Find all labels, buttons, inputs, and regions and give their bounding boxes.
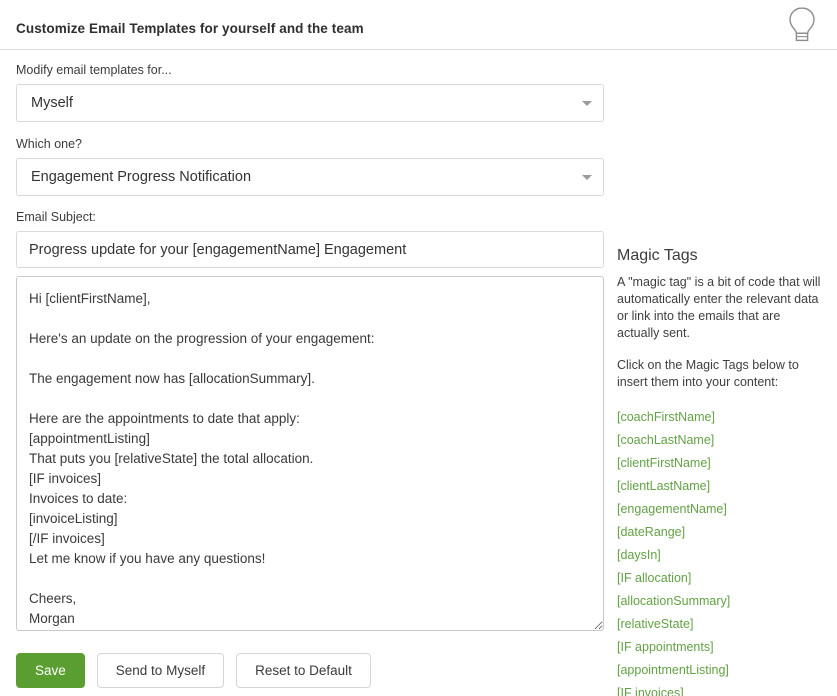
magic-tag-link[interactable]: [coachFirstName]	[617, 406, 822, 429]
template-select[interactable]: Engagement Progress Notification	[16, 158, 604, 196]
page-title: Customize Email Templates for yourself a…	[16, 21, 364, 36]
magic-tag-link[interactable]: [appointmentListing]	[617, 659, 822, 682]
email-body-textarea[interactable]: Hi [clientFirstName], Here's an update o…	[16, 276, 604, 631]
chevron-down-icon	[582, 175, 592, 180]
magic-tags-instruction: Click on the Magic Tags below to insert …	[617, 358, 799, 389]
magic-tag-link[interactable]: [IF appointments]	[617, 636, 822, 659]
audience-label: Modify email templates for...	[16, 63, 172, 77]
page-header: Customize Email Templates for yourself a…	[0, 0, 837, 50]
save-button[interactable]: Save	[16, 653, 85, 688]
template-editor-column: Modify email templates for... Myself Whi…	[16, 50, 604, 688]
magic-tag-link[interactable]: [dateRange]	[617, 521, 822, 544]
magic-tag-link[interactable]: [clientLastName]	[617, 475, 822, 498]
magic-tags-description: A "magic tag" is a bit of code that will…	[617, 275, 821, 340]
magic-tag-link[interactable]: [relativeState]	[617, 613, 822, 636]
magic-tag-link[interactable]: [coachLastName]	[617, 429, 822, 452]
magic-tag-link[interactable]: [daysIn]	[617, 544, 822, 567]
magic-tags-title: Magic Tags	[617, 247, 698, 264]
template-select-value: Engagement Progress Notification	[31, 169, 252, 185]
email-subject-label: Email Subject:	[16, 210, 96, 224]
audience-select[interactable]: Myself	[16, 84, 604, 122]
magic-tags-list: [coachFirstName] [coachLastName] [clientFi…	[617, 406, 822, 696]
reset-to-default-button[interactable]: Reset to Default	[236, 653, 371, 688]
magic-tag-link[interactable]: [clientFirstName]	[617, 452, 822, 475]
chevron-down-icon	[582, 101, 592, 106]
send-to-myself-button[interactable]: Send to Myself	[96, 653, 225, 688]
magic-tag-link[interactable]: [allocationSummary]	[617, 590, 822, 613]
template-label: Which one?	[16, 137, 83, 151]
magic-tag-link[interactable]: [IF invoices]	[617, 682, 822, 696]
magic-tags-panel: Magic Tags A "magic tag" is a bit of cod…	[617, 246, 822, 696]
audience-select-value: Myself	[31, 95, 73, 111]
lightbulb-icon	[785, 3, 819, 47]
magic-tag-link[interactable]: [IF allocation]	[617, 567, 822, 590]
email-subject-input[interactable]	[16, 231, 604, 268]
magic-tag-link[interactable]: [engagementName]	[617, 498, 822, 521]
action-button-row: Save Send to Myself Reset to Default	[16, 653, 604, 688]
